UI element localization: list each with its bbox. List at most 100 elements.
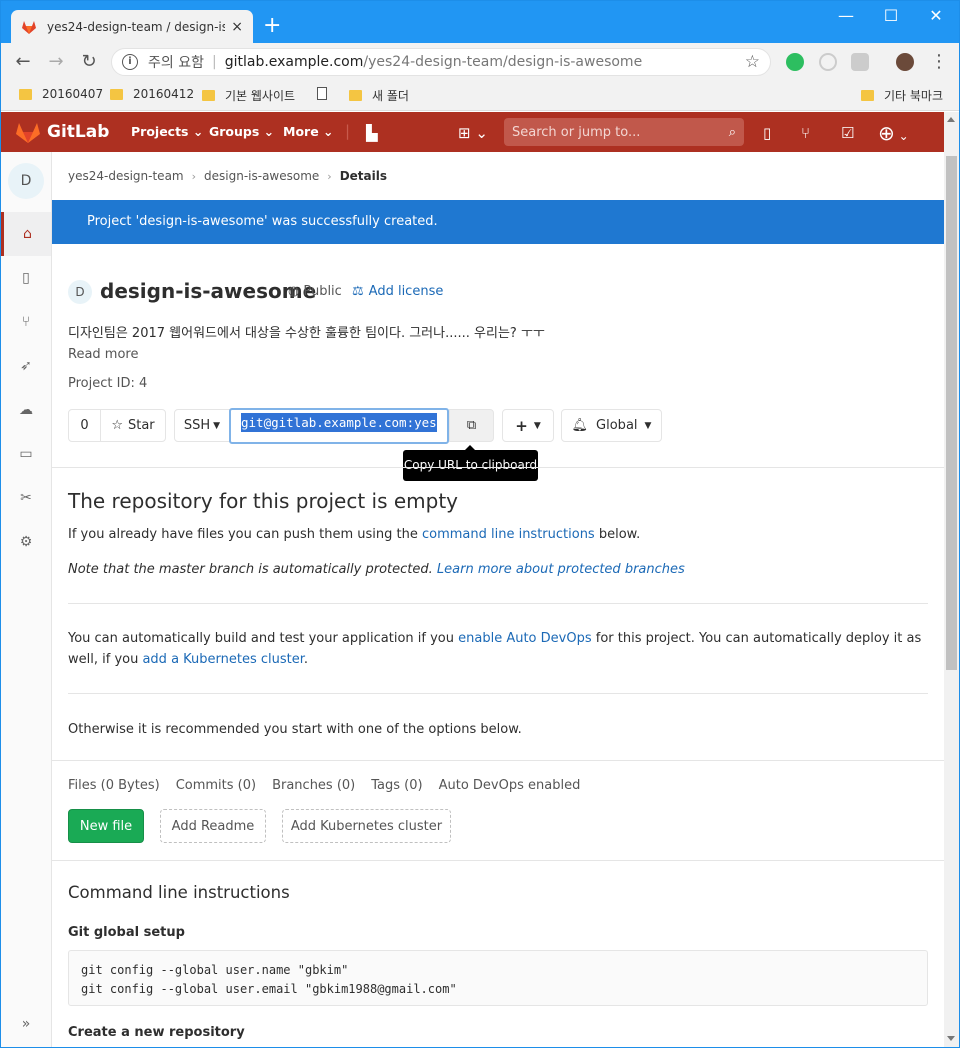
bookmark-folder[interactable]: 새 폴더 <box>349 87 409 104</box>
nav-more[interactable]: More ⌄ <box>283 124 334 139</box>
user-avatar-icon[interactable]: ⊕ ⌄ <box>878 121 909 145</box>
scrollbar-thumb[interactable] <box>946 156 957 670</box>
add-readme-button[interactable]: Add Readme <box>160 809 266 843</box>
minimize-icon[interactable]: — <box>831 6 861 25</box>
sidebar-item-ci-cd[interactable]: ➶ <box>1 344 51 388</box>
divider <box>52 860 944 861</box>
git-global-setup-heading: Git global setup <box>68 925 185 940</box>
address-bar[interactable]: i 주의 요함 | gitlab.example.com /yes24-desi… <box>111 48 771 76</box>
sidebar-item-merge-requests[interactable]: ⑂ <box>1 300 51 344</box>
nav-projects[interactable]: Projects ⌄ <box>131 124 203 139</box>
globe-icon: ◍ <box>288 284 300 299</box>
scroll-up-icon[interactable] <box>947 117 955 122</box>
bookmark-star-icon[interactable]: ☆ <box>745 52 760 72</box>
todos-icon[interactable]: ☑ <box>841 124 854 142</box>
stat-branches[interactable]: Branches (0) <box>272 778 355 793</box>
caret-down-icon: ▼ <box>213 420 221 431</box>
command-line-link[interactable]: command line instructions <box>422 527 595 542</box>
activity-chart-icon[interactable]: ▙ <box>366 124 378 142</box>
add-dropdown[interactable]: + ▼ <box>502 409 554 442</box>
evernote-extension-icon[interactable] <box>786 53 804 71</box>
protected-branch-note: Note that the master branch is automatic… <box>68 562 685 577</box>
gitlab-logo[interactable]: GitLab <box>15 120 109 144</box>
maximize-icon[interactable]: ☐ <box>876 6 906 25</box>
browser-tab[interactable]: yes24-design-team / design-is-a × <box>11 10 253 43</box>
sidebar-item-operations[interactable]: ☁ <box>1 388 51 432</box>
back-icon[interactable]: ← <box>11 51 35 72</box>
protocol-dropdown[interactable]: SSH ▼ <box>174 409 230 442</box>
divider <box>52 760 944 761</box>
divider <box>52 467 944 468</box>
profile-avatar[interactable] <box>896 53 914 71</box>
breadcrumb-project[interactable]: design-is-awesome <box>204 169 319 183</box>
bookmark-folder[interactable]: 20160407 <box>19 87 103 101</box>
star-count[interactable]: 0 <box>68 409 101 442</box>
collapse-sidebar-button[interactable]: » <box>1 1002 51 1046</box>
tab-title: yes24-design-team / design-is-a <box>47 19 226 34</box>
tab-close-icon[interactable]: × <box>231 19 243 35</box>
bookmark-folder[interactable]: 기본 웹사이트 <box>202 87 295 104</box>
stat-files[interactable]: Files (0 Bytes) <box>68 778 160 793</box>
other-bookmarks[interactable]: 기타 북마크 <box>861 87 943 104</box>
info-icon[interactable]: i <box>122 54 138 70</box>
new-plus-icon[interactable]: ⊞ ⌄ <box>458 124 488 142</box>
stat-commits[interactable]: Commits (0) <box>176 778 256 793</box>
caret-down-icon: ▼ <box>533 420 541 431</box>
title-bar: yes24-design-team / design-is-a × + — ☐ … <box>1 1 959 43</box>
copy-icon: ⧉ <box>466 418 477 433</box>
issues-icon: ▯ <box>22 270 30 286</box>
nav-groups[interactable]: Groups ⌄ <box>209 124 274 139</box>
new-tab-icon[interactable]: + <box>263 13 281 38</box>
new-file-button[interactable]: New file <box>68 809 144 843</box>
notification-dropdown[interactable]: 🔔︎ Global ▼ <box>561 409 662 442</box>
breadcrumb-group[interactable]: yes24-design-team <box>68 169 184 183</box>
star-icon: ☆ <box>111 418 123 433</box>
enable-auto-devops-link[interactable]: enable Auto DevOps <box>458 631 591 646</box>
add-kubernetes-button[interactable]: Add Kubernetes cluster <box>282 809 451 843</box>
flash-notice: Project 'design-is-awesome' was successf… <box>52 200 944 244</box>
extension-icon[interactable] <box>819 53 837 71</box>
bookmarks-bar: 20160407 20160412 기본 웹사이트 새 폴더 기타 북마크 <box>1 81 959 111</box>
sidebar-item-home[interactable]: ⌂ <box>1 212 51 256</box>
scroll-down-icon[interactable] <box>947 1036 955 1041</box>
add-kubernetes-link[interactable]: add a Kubernetes cluster <box>142 652 303 667</box>
bookmark-page[interactable] <box>317 87 335 100</box>
clone-url-input[interactable]: git@gitlab.example.com:yes <box>229 408 449 444</box>
issues-icon[interactable]: ▯ <box>763 124 771 142</box>
vertical-scrollbar[interactable] <box>944 112 959 1047</box>
divider <box>68 603 928 604</box>
stat-auto-devops[interactable]: Auto DevOps enabled <box>439 778 581 793</box>
star-button[interactable]: ☆ Star <box>100 409 166 442</box>
sidebar-item-wiki[interactable]: ▭ <box>1 432 51 476</box>
bookmark-folder[interactable]: 20160412 <box>110 87 194 101</box>
sidebar-item-snippets[interactable]: ✂ <box>1 476 51 520</box>
stat-tags[interactable]: Tags (0) <box>371 778 422 793</box>
scissors-icon: ✂ <box>20 490 32 506</box>
project-avatar[interactable]: D <box>8 163 44 199</box>
security-warning: 주의 요함 <box>148 55 204 71</box>
read-more-link[interactable]: Read more <box>68 347 138 362</box>
git-global-setup-code: git config --global user.name "gbkim" gi… <box>68 950 928 1006</box>
scale-icon: ⚖ <box>352 284 364 299</box>
merge-requests-icon[interactable]: ⑂ <box>801 124 810 142</box>
menu-icon[interactable]: ⋮ <box>927 51 951 72</box>
project-title: design-is-awesome <box>100 279 317 303</box>
copy-url-tooltip: Copy URL to clipboard <box>403 445 538 481</box>
breadcrumb-current[interactable]: Details <box>340 169 387 183</box>
gitlab-tanuki-icon <box>16 123 40 143</box>
project-description: 디자인팀은 2017 웹어워드에서 대상을 수상한 훌륭한 팀이다. 그러나..… <box>68 326 545 341</box>
sidebar-item-settings[interactable]: ⚙ <box>1 520 51 564</box>
close-window-icon[interactable]: ✕ <box>921 6 951 25</box>
forward-icon[interactable]: → <box>44 51 68 72</box>
sidebar-item-issues[interactable]: ▯ <box>1 256 51 300</box>
rocket-icon: ➶ <box>20 358 32 374</box>
reload-icon[interactable]: ↻ <box>77 51 101 72</box>
url-separator: | <box>211 54 217 70</box>
protected-branches-link[interactable]: Learn more about protected branches <box>437 562 685 577</box>
add-license-link[interactable]: ⚖ Add license <box>352 284 443 299</box>
options-paragraph: Otherwise it is recommended you start wi… <box>68 722 522 737</box>
extension-icon[interactable] <box>851 53 869 71</box>
search-input[interactable]: Search or jump to... ⌕ <box>504 118 744 146</box>
copy-url-button[interactable]: ⧉ <box>449 409 494 442</box>
gitlab-header: GitLab Projects ⌄ Groups ⌄ More ⌄ | ▙ ⊞ … <box>1 112 944 152</box>
